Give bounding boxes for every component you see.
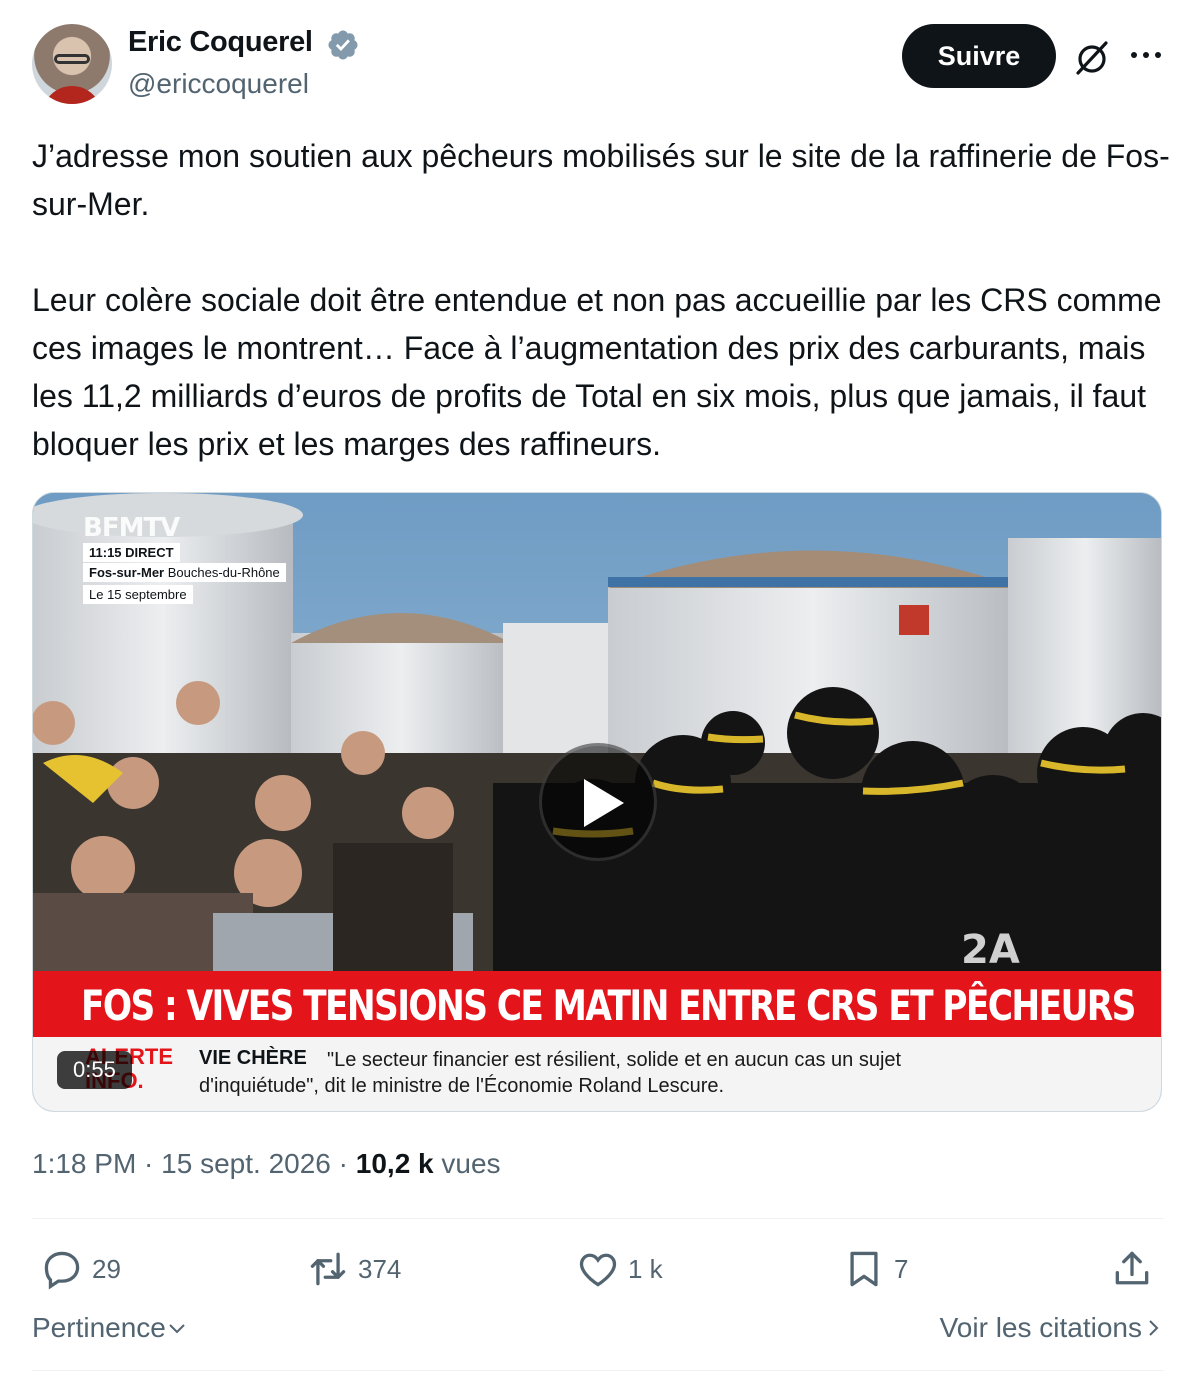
video-player[interactable]: 2A BFMTV 11:15 DIRECT Fos-sur-Mer Bouche… [32,492,1162,1112]
bookmark-count: 7 [894,1253,909,1284]
date-tag: Le 15 septembre [83,585,193,604]
tweet-meta: 1:18 PM · 15 sept. 2026 · 10,2 k vues [32,1148,501,1180]
channel-logo: BFMTV [83,513,180,543]
view-quotes-link[interactable]: Voir les citations [940,1312,1164,1344]
follow-button[interactable]: Suivre [902,24,1056,88]
more-icon[interactable] [1126,40,1166,70]
bookmark-icon [850,1251,878,1287]
chevron-right-icon [1149,1320,1159,1336]
video-duration: 0:55 [57,1051,132,1089]
share-icon [1115,1251,1149,1285]
video-headline: FOS : VIVES TENSIONS CE MATIN ENTRE CRS … [81,981,1136,1030]
tweet-paragraph: Leur colère sociale doit être entendue e… [32,282,1162,462]
views-label: vues [433,1148,501,1179]
location-bold: Fos-sur-Mer [89,565,165,580]
repost-button[interactable]: 374 [306,1244,401,1294]
tweet-text: J’adresse mon soutien aux pêcheurs mobil… [32,132,1172,468]
play-icon [584,779,624,827]
sort-dropdown[interactable]: Pertinence [32,1312,188,1344]
heart-icon [579,1253,617,1287]
tweet-paragraph: J’adresse mon soutien aux pêcheurs mobil… [32,138,1170,222]
sort-label: Pertinence [32,1312,166,1343]
divider [32,1218,1164,1219]
avatar-shirt [42,86,102,104]
quotes-label: Voir les citations [939,1312,1142,1343]
reply-icon [44,1251,80,1290]
location-tag: Fos-sur-Mer Bouches-du-Rhône [83,563,286,582]
svg-text:2A: 2A [961,927,1020,973]
play-button[interactable] [539,743,657,861]
location-region: Bouches-du-Rhône [164,565,280,580]
news-ticker: ALERTE INFO. VIE CHÈRE "Le secteur finan… [33,1037,1161,1111]
repost-icon [310,1252,346,1286]
tweet-time[interactable]: 1:18 PM [32,1148,136,1179]
views-count[interactable]: 10,2 k [356,1148,434,1179]
meta-separator: · [330,1148,356,1179]
avatar-glasses [54,54,90,64]
meta-separator: · [136,1148,162,1179]
ticker-text: "Le secteur financier est résilient, sol… [199,1049,902,1097]
verified-badge-icon [328,30,358,60]
tweet-date[interactable]: 15 sept. 2026 [161,1148,331,1179]
avatar[interactable] [32,24,112,104]
author-handle[interactable]: @ericcoquerel [128,68,309,100]
divider [32,1370,1164,1371]
video-headline-banner: FOS : VIVES TENSIONS CE MATIN ENTRE CRS … [33,971,1161,1037]
grok-icon[interactable] [1072,38,1112,78]
repost-count: 374 [358,1253,402,1284]
like-button[interactable]: 1 k [576,1244,663,1294]
reply-count: 29 [92,1253,121,1284]
share-button[interactable] [1110,1244,1154,1294]
live-time-tag: 11:15 DIRECT [83,543,180,562]
bookmark-button[interactable]: 7 [842,1244,908,1294]
like-count: 1 k [628,1253,663,1284]
author-name[interactable]: Eric Coquerel [128,26,313,59]
reply-button[interactable]: 29 [40,1244,121,1294]
chevron-down-icon [169,1324,185,1334]
